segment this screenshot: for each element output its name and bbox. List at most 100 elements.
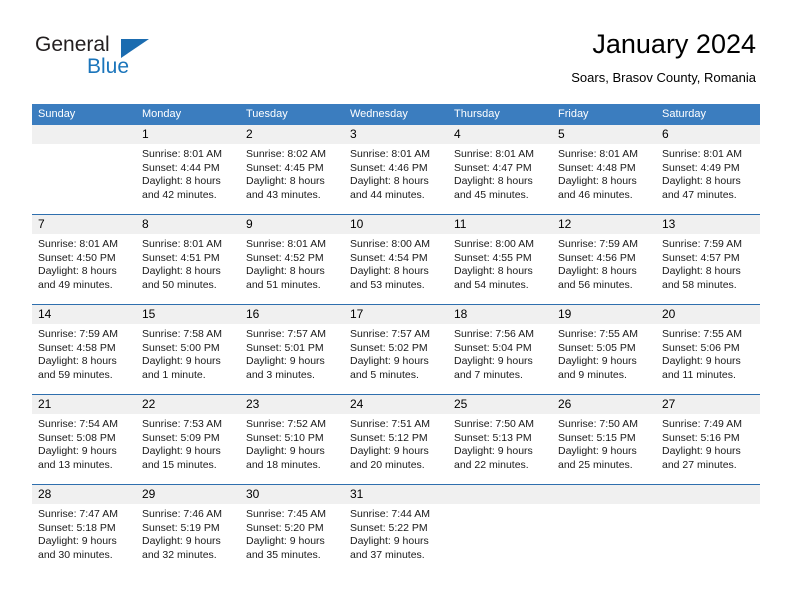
day-cell[interactable]: Sunrise: 7:59 AM Sunset: 4:58 PM Daylight:…: [32, 324, 136, 394]
day-cell[interactable]: Sunrise: 7:56 AM Sunset: 5:04 PM Daylight:…: [448, 324, 552, 394]
day-detail-line: Sunset: 5:22 PM: [350, 521, 428, 534]
day-detail-line: Sunset: 4:46 PM: [350, 161, 428, 174]
day-detail-line: Daylight: 8 hours: [454, 265, 533, 278]
day-cell[interactable]: Sunrise: 8:01 AM Sunset: 4:46 PM Daylight:…: [344, 144, 448, 214]
day-number[interactable]: 21: [32, 395, 136, 414]
day-cell[interactable]: Sunrise: 8:01 AM Sunset: 4:49 PM Daylight:…: [656, 144, 760, 214]
day-cell[interactable]: Sunrise: 7:54 AM Sunset: 5:08 PM Daylight:…: [32, 414, 136, 484]
day-number[interactable]: 2: [240, 125, 344, 144]
day-number[interactable]: 25: [448, 395, 552, 414]
day-detail-line: Daylight: 9 hours: [558, 445, 637, 458]
week-detail-band: Sunrise: 8:01 AM Sunset: 4:44 PM Daylight:…: [32, 144, 760, 214]
day-number[interactable]: 14: [32, 305, 136, 324]
day-number[interactable]: 1: [136, 125, 240, 144]
weekday-header-row: Sunday Monday Tuesday Wednesday Thursday Frid…: [32, 104, 760, 125]
day-detail-line: and 42 minutes.: [142, 188, 217, 201]
day-detail-line: Sunset: 5:18 PM: [38, 521, 116, 534]
day-detail-line: Sunset: 5:04 PM: [454, 341, 532, 354]
day-number[interactable]: 31: [344, 485, 448, 504]
day-number[interactable]: 18: [448, 305, 552, 324]
day-number[interactable]: 11: [448, 215, 552, 234]
day-number[interactable]: 9: [240, 215, 344, 234]
day-detail-line: Sunset: 5:10 PM: [246, 431, 324, 444]
day-number[interactable]: 16: [240, 305, 344, 324]
calendar-week-row: 1 2 3 4 5 6 Sunrise: 8:01 AM Sunset: 4:44 PM Day…: [32, 125, 760, 214]
day-number[interactable]: 20: [656, 305, 760, 324]
title-block: January 2024 Soars, Brasov County, Roman…: [571, 28, 756, 86]
day-cell[interactable]: Sunrise: 7:53 AM Sunset: 5:09 PM Daylight:…: [136, 414, 240, 484]
day-number[interactable]: 30: [240, 485, 344, 504]
day-number[interactable]: 5: [552, 125, 656, 144]
day-detail-line: Daylight: 9 hours: [350, 445, 429, 458]
day-cell[interactable]: Sunrise: 8:01 AM Sunset: 4:50 PM Daylight:…: [32, 234, 136, 304]
day-detail-line: Sunset: 4:44 PM: [142, 161, 220, 174]
day-number[interactable]: 22: [136, 395, 240, 414]
week-detail-band: Sunrise: 7:59 AM Sunset: 4:58 PM Daylight:…: [32, 324, 760, 394]
day-cell[interactable]: Sunrise: 7:55 AM Sunset: 5:06 PM Daylight:…: [656, 324, 760, 394]
day-cell[interactable]: Sunrise: 7:59 AM Sunset: 4:56 PM Daylight:…: [552, 234, 656, 304]
day-cell[interactable]: Sunrise: 7:59 AM Sunset: 4:57 PM Daylight:…: [656, 234, 760, 304]
day-detail-line: and 11 minutes.: [662, 368, 736, 381]
day-detail-line: Sunrise: 7:54 AM: [38, 418, 118, 430]
day-cell[interactable]: Sunrise: 7:58 AM Sunset: 5:00 PM Daylight:…: [136, 324, 240, 394]
day-cell[interactable]: Sunrise: 8:01 AM Sunset: 4:48 PM Daylight:…: [552, 144, 656, 214]
week-detail-band: Sunrise: 7:47 AM Sunset: 5:18 PM Daylight:…: [32, 504, 760, 574]
day-cell[interactable]: Sunrise: 8:02 AM Sunset: 4:45 PM Daylight:…: [240, 144, 344, 214]
day-detail-line: Sunset: 5:20 PM: [246, 521, 324, 534]
day-cell[interactable]: Sunrise: 7:50 AM Sunset: 5:13 PM Daylight:…: [448, 414, 552, 484]
day-number[interactable]: 4: [448, 125, 552, 144]
day-detail-line: Sunrise: 7:59 AM: [38, 328, 118, 340]
day-cell[interactable]: Sunrise: 7:52 AM Sunset: 5:10 PM Daylight:…: [240, 414, 344, 484]
day-detail-line: Daylight: 9 hours: [350, 535, 429, 548]
day-detail-line: Sunrise: 8:01 AM: [142, 238, 222, 250]
day-number[interactable]: 12: [552, 215, 656, 234]
day-cell[interactable]: Sunrise: 7:55 AM Sunset: 5:05 PM Daylight:…: [552, 324, 656, 394]
day-cell[interactable]: Sunrise: 7:57 AM Sunset: 5:02 PM Daylight:…: [344, 324, 448, 394]
day-cell[interactable]: Sunrise: 8:00 AM Sunset: 4:55 PM Daylight:…: [448, 234, 552, 304]
day-cell[interactable]: Sunrise: 7:51 AM Sunset: 5:12 PM Daylight:…: [344, 414, 448, 484]
day-cell[interactable]: Sunrise: 7:44 AM Sunset: 5:22 PM Daylight:…: [344, 504, 448, 574]
day-number[interactable]: 27: [656, 395, 760, 414]
day-number[interactable]: 6: [656, 125, 760, 144]
day-detail-line: Daylight: 8 hours: [662, 175, 741, 188]
day-number[interactable]: 17: [344, 305, 448, 324]
day-detail-line: Sunrise: 7:52 AM: [246, 418, 326, 430]
day-number-empty: [656, 485, 760, 504]
day-detail-line: Sunset: 5:05 PM: [558, 341, 636, 354]
page-subtitle: Soars, Brasov County, Romania: [571, 70, 756, 85]
day-detail-line: Daylight: 8 hours: [246, 175, 325, 188]
day-cell[interactable]: Sunrise: 8:01 AM Sunset: 4:44 PM Daylight:…: [136, 144, 240, 214]
day-cell[interactable]: Sunrise: 8:01 AM Sunset: 4:47 PM Daylight:…: [448, 144, 552, 214]
day-detail-line: and 13 minutes.: [38, 458, 113, 471]
day-cell[interactable]: Sunrise: 7:49 AM Sunset: 5:16 PM Daylight:…: [656, 414, 760, 484]
day-detail-line: and 56 minutes.: [558, 278, 633, 291]
day-number[interactable]: 8: [136, 215, 240, 234]
day-cell[interactable]: Sunrise: 8:01 AM Sunset: 4:52 PM Daylight:…: [240, 234, 344, 304]
day-detail-line: Sunrise: 8:01 AM: [662, 148, 742, 160]
day-detail-line: and 59 minutes.: [38, 368, 113, 381]
day-cell[interactable]: Sunrise: 7:45 AM Sunset: 5:20 PM Daylight:…: [240, 504, 344, 574]
day-detail-line: and 27 minutes.: [662, 458, 737, 471]
day-number[interactable]: 7: [32, 215, 136, 234]
day-detail-line: Daylight: 9 hours: [246, 355, 325, 368]
day-number[interactable]: 3: [344, 125, 448, 144]
day-cell[interactable]: Sunrise: 7:50 AM Sunset: 5:15 PM Daylight:…: [552, 414, 656, 484]
day-detail-line: Sunrise: 7:49 AM: [662, 418, 742, 430]
weekday-header-monday: Monday: [142, 108, 182, 120]
day-number[interactable]: 19: [552, 305, 656, 324]
day-number[interactable]: 29: [136, 485, 240, 504]
day-number[interactable]: 13: [656, 215, 760, 234]
day-number[interactable]: 23: [240, 395, 344, 414]
day-number[interactable]: 26: [552, 395, 656, 414]
day-number[interactable]: 28: [32, 485, 136, 504]
day-cell[interactable]: Sunrise: 7:46 AM Sunset: 5:19 PM Daylight:…: [136, 504, 240, 574]
day-number[interactable]: 10: [344, 215, 448, 234]
day-cell[interactable]: Sunrise: 7:57 AM Sunset: 5:01 PM Daylight:…: [240, 324, 344, 394]
day-cell[interactable]: Sunrise: 7:47 AM Sunset: 5:18 PM Daylight:…: [32, 504, 136, 574]
day-number[interactable]: 15: [136, 305, 240, 324]
day-cell[interactable]: Sunrise: 8:01 AM Sunset: 4:51 PM Daylight:…: [136, 234, 240, 304]
day-cell[interactable]: Sunrise: 8:00 AM Sunset: 4:54 PM Daylight:…: [344, 234, 448, 304]
day-number[interactable]: 24: [344, 395, 448, 414]
brand-name-blue: Blue: [87, 55, 130, 78]
day-detail-line: Daylight: 8 hours: [38, 355, 117, 368]
